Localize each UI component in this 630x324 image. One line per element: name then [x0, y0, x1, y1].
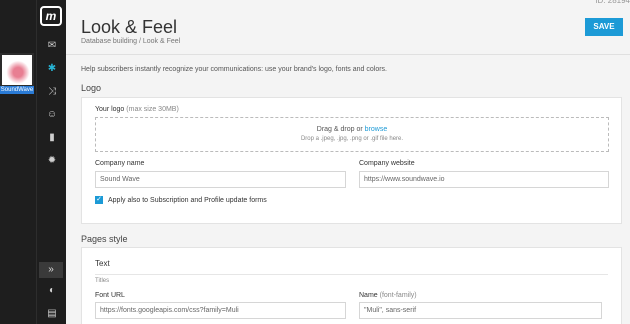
font-url-label: Font URL [95, 292, 125, 299]
drop-text: Drag & drop or [316, 126, 365, 133]
palette-icon[interactable]: ✱ [44, 62, 60, 76]
brand-logo-thumbnail [5, 58, 31, 84]
brand-avatar[interactable] [0, 53, 34, 87]
company-name-input[interactable]: Sound Wave [95, 171, 346, 188]
save-button[interactable]: SAVE [585, 18, 623, 36]
apply-forms-checkbox[interactable]: ✓ [95, 196, 103, 204]
logo-dropzone[interactable]: Drag & drop or browse Drop a .jpeg, .jpg… [95, 117, 609, 152]
text-subheading: Text [95, 259, 110, 268]
account-id: ID: 28194 [595, 0, 630, 5]
logo-section-title: Logo [81, 83, 102, 93]
brand-label[interactable]: SoundWave [0, 86, 34, 94]
apply-forms-label[interactable]: Apply also to Subscription and Profile u… [108, 197, 267, 204]
text-divider [95, 274, 608, 275]
pages-style-section-title: Pages style [81, 234, 128, 244]
top-bar: ID: 28194 [66, 0, 630, 6]
header-divider [66, 54, 630, 55]
titles-label: Titles [95, 278, 110, 284]
help-icon[interactable]: ◐ [44, 284, 60, 298]
sidebar-divider [36, 0, 37, 324]
company-name-label: Company name [95, 160, 145, 167]
intro-text: Help subscribers instantly recognize you… [81, 66, 387, 73]
pages-style-card: Text Titles Font URL https://fonts.googl… [81, 247, 622, 324]
your-logo-label-text: Your logo [95, 106, 125, 113]
mail-icon[interactable]: ✉ [44, 39, 60, 53]
users-icon[interactable]: ☺ [44, 108, 60, 122]
your-logo-label: Your logo (max size 30MB) [95, 106, 179, 113]
dropzone-hint: Drop a .jpeg, .jpg, .png or .gif file he… [300, 136, 404, 142]
your-logo-hint: (max size 30MB) [126, 106, 179, 113]
breadcrumb[interactable]: Database building / Look & Feel [81, 38, 180, 45]
app-logo[interactable]: m [40, 6, 62, 26]
settings-icon[interactable]: ✹ [44, 154, 60, 168]
browse-link[interactable]: browse [365, 126, 388, 133]
expand-icon[interactable]: » [39, 262, 63, 278]
font-name-label: Name (font-family) [359, 292, 417, 299]
chat-icon[interactable]: ▤ [44, 307, 60, 321]
company-website-label: Company website [359, 160, 415, 167]
company-website-input[interactable]: https://www.soundwave.io [359, 171, 609, 188]
font-url-input[interactable]: https://fonts.googleapis.com/css?family=… [95, 302, 346, 319]
dropzone-text: Drag & drop or browse [96, 126, 608, 133]
page-title: Look & Feel [81, 17, 178, 37]
chart-icon[interactable]: ▮ [44, 131, 60, 145]
sidebar: m SoundWave ✉ ✱ ⤨ ☺ ▮ ✹ » ◐ ▤ [0, 0, 66, 324]
font-name-label-text: Name [359, 292, 378, 299]
shuffle-icon[interactable]: ⤨ [44, 85, 60, 99]
font-name-input[interactable]: "Muli", sans-serif [359, 302, 602, 319]
font-name-hint: (font-family) [379, 292, 417, 299]
logo-card: Your logo (max size 30MB) Drag & drop or… [81, 97, 622, 224]
